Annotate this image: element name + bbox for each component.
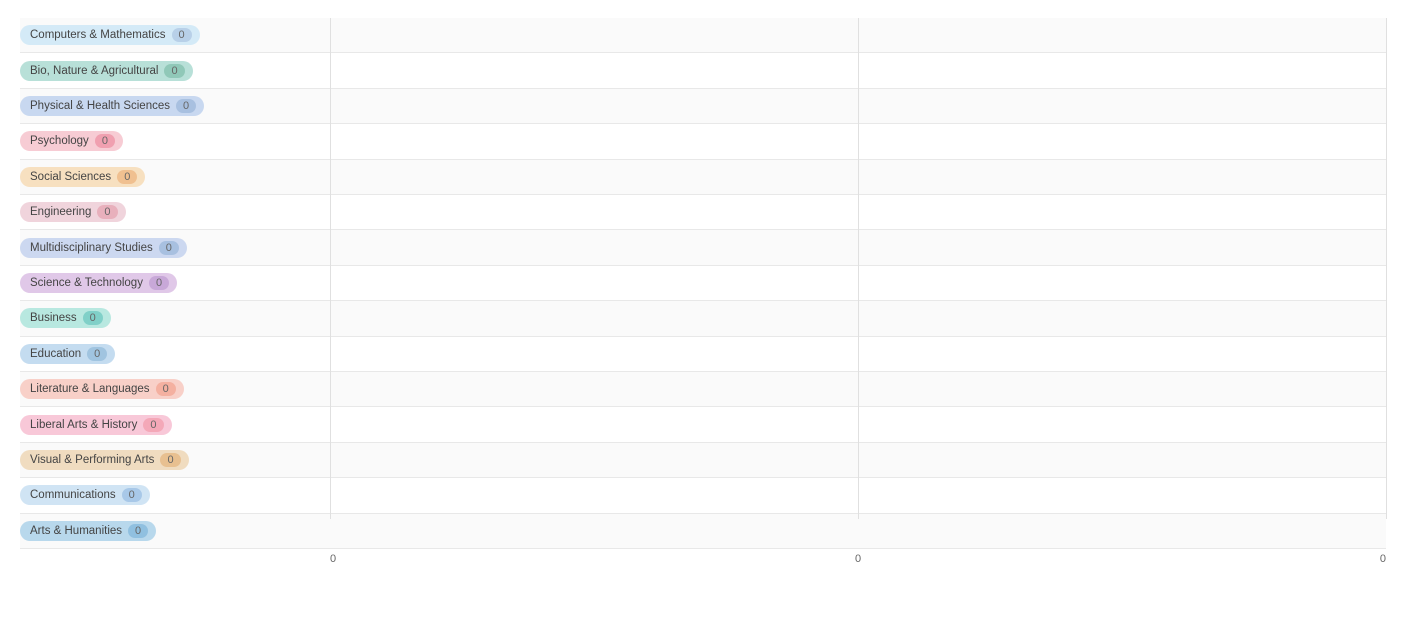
bar-track: [330, 268, 1386, 298]
bar-row: Arts & Humanities 0: [20, 514, 1386, 549]
bar-label: Physical & Health Sciences: [30, 100, 170, 112]
bar-pill: Business 0: [20, 308, 111, 328]
bar-label-area: Bio, Nature & Agricultural 0: [20, 61, 330, 81]
bar-track: [330, 339, 1386, 369]
bar-value-badge: 0: [83, 311, 103, 325]
bar-value-badge: 0: [87, 347, 107, 361]
bar-value-badge: 0: [122, 488, 142, 502]
bar-track: [330, 197, 1386, 227]
bar-label: Liberal Arts & History: [30, 419, 137, 431]
bar-label: Business: [30, 312, 77, 324]
bar-label-area: Physical & Health Sciences 0: [20, 96, 330, 116]
bar-label-area: Science & Technology 0: [20, 273, 330, 293]
bar-row: Engineering 0: [20, 195, 1386, 230]
bar-label: Bio, Nature & Agricultural: [30, 65, 158, 77]
bar-pill: Psychology 0: [20, 131, 123, 151]
bar-label-area: Computers & Mathematics 0: [20, 25, 330, 45]
bar-track: [330, 232, 1386, 262]
bar-pill: Physical & Health Sciences 0: [20, 96, 204, 116]
bar-pill: Liberal Arts & History 0: [20, 415, 172, 435]
bar-track: [330, 20, 1386, 50]
bar-row: Physical & Health Sciences 0: [20, 89, 1386, 124]
bar-track: [330, 91, 1386, 121]
bar-row: Bio, Nature & Agricultural 0: [20, 53, 1386, 88]
bar-label: Visual & Performing Arts: [30, 454, 154, 466]
bar-row: Multidisciplinary Studies 0: [20, 230, 1386, 265]
bar-value-badge: 0: [149, 276, 169, 290]
bar-pill: Education 0: [20, 344, 115, 364]
bar-pill: Literature & Languages 0: [20, 379, 184, 399]
bar-label: Arts & Humanities: [30, 525, 122, 537]
bar-row: Liberal Arts & History 0: [20, 407, 1386, 442]
x-axis-label: 0: [682, 553, 1034, 565]
bar-row: Communications 0: [20, 478, 1386, 513]
bar-value-badge: 0: [164, 64, 184, 78]
bar-row: Business 0: [20, 301, 1386, 336]
chart-area: Computers & Mathematics 0 Bio, Nature & …: [20, 18, 1386, 549]
bar-label-area: Arts & Humanities 0: [20, 521, 330, 541]
bar-label-area: Literature & Languages 0: [20, 379, 330, 399]
bar-value-badge: 0: [176, 99, 196, 113]
bar-track: [330, 480, 1386, 510]
bar-label: Social Sciences: [30, 171, 111, 183]
bar-label-area: Visual & Performing Arts 0: [20, 450, 330, 470]
bar-label: Computers & Mathematics: [30, 29, 166, 41]
bar-value-badge: 0: [143, 418, 163, 432]
grid-line: [1386, 18, 1387, 519]
x-axis-label: 0: [330, 553, 682, 565]
bar-track: [330, 516, 1386, 546]
bar-label: Communications: [30, 489, 116, 501]
bar-value-badge: 0: [128, 524, 148, 538]
bar-label-area: Education 0: [20, 344, 330, 364]
bar-label-area: Liberal Arts & History 0: [20, 415, 330, 435]
bar-track: [330, 445, 1386, 475]
bar-value-badge: 0: [97, 205, 117, 219]
bar-pill: Multidisciplinary Studies 0: [20, 238, 187, 258]
bar-pill: Arts & Humanities 0: [20, 521, 156, 541]
bar-row: Education 0: [20, 337, 1386, 372]
bar-label: Engineering: [30, 206, 91, 218]
bar-label-area: Communications 0: [20, 485, 330, 505]
bar-track: [330, 409, 1386, 439]
bar-track: [330, 303, 1386, 333]
bar-label: Multidisciplinary Studies: [30, 242, 153, 254]
x-axis-label: 0: [1034, 553, 1386, 565]
bar-label-area: Social Sciences 0: [20, 167, 330, 187]
bar-value-badge: 0: [117, 170, 137, 184]
bar-label: Literature & Languages: [30, 383, 150, 395]
bar-row: Psychology 0: [20, 124, 1386, 159]
bar-pill: Computers & Mathematics 0: [20, 25, 200, 45]
bar-label-area: Engineering 0: [20, 202, 330, 222]
bar-value-badge: 0: [156, 382, 176, 396]
bar-row: Science & Technology 0: [20, 266, 1386, 301]
bar-track: [330, 126, 1386, 156]
bar-track: [330, 374, 1386, 404]
bar-pill: Communications 0: [20, 485, 150, 505]
bar-pill: Science & Technology 0: [20, 273, 177, 293]
bar-value-badge: 0: [172, 28, 192, 42]
bar-pill: Social Sciences 0: [20, 167, 145, 187]
bar-track: [330, 55, 1386, 85]
bar-track: [330, 162, 1386, 192]
bar-row: Social Sciences 0: [20, 160, 1386, 195]
bar-pill: Bio, Nature & Agricultural 0: [20, 61, 193, 81]
bar-label-area: Business 0: [20, 308, 330, 328]
bar-label-area: Multidisciplinary Studies 0: [20, 238, 330, 258]
bar-label-area: Psychology 0: [20, 131, 330, 151]
bar-pill: Engineering 0: [20, 202, 126, 222]
bar-row: Visual & Performing Arts 0: [20, 443, 1386, 478]
bar-value-badge: 0: [159, 241, 179, 255]
bar-row: Literature & Languages 0: [20, 372, 1386, 407]
x-axis: 000: [330, 549, 1386, 565]
chart-container: Computers & Mathematics 0 Bio, Nature & …: [0, 0, 1406, 631]
bar-label: Education: [30, 348, 81, 360]
bar-label: Science & Technology: [30, 277, 143, 289]
bar-value-badge: 0: [160, 453, 180, 467]
bar-label: Psychology: [30, 135, 89, 147]
bar-row: Computers & Mathematics 0: [20, 18, 1386, 53]
bar-pill: Visual & Performing Arts 0: [20, 450, 189, 470]
bar-value-badge: 0: [95, 134, 115, 148]
